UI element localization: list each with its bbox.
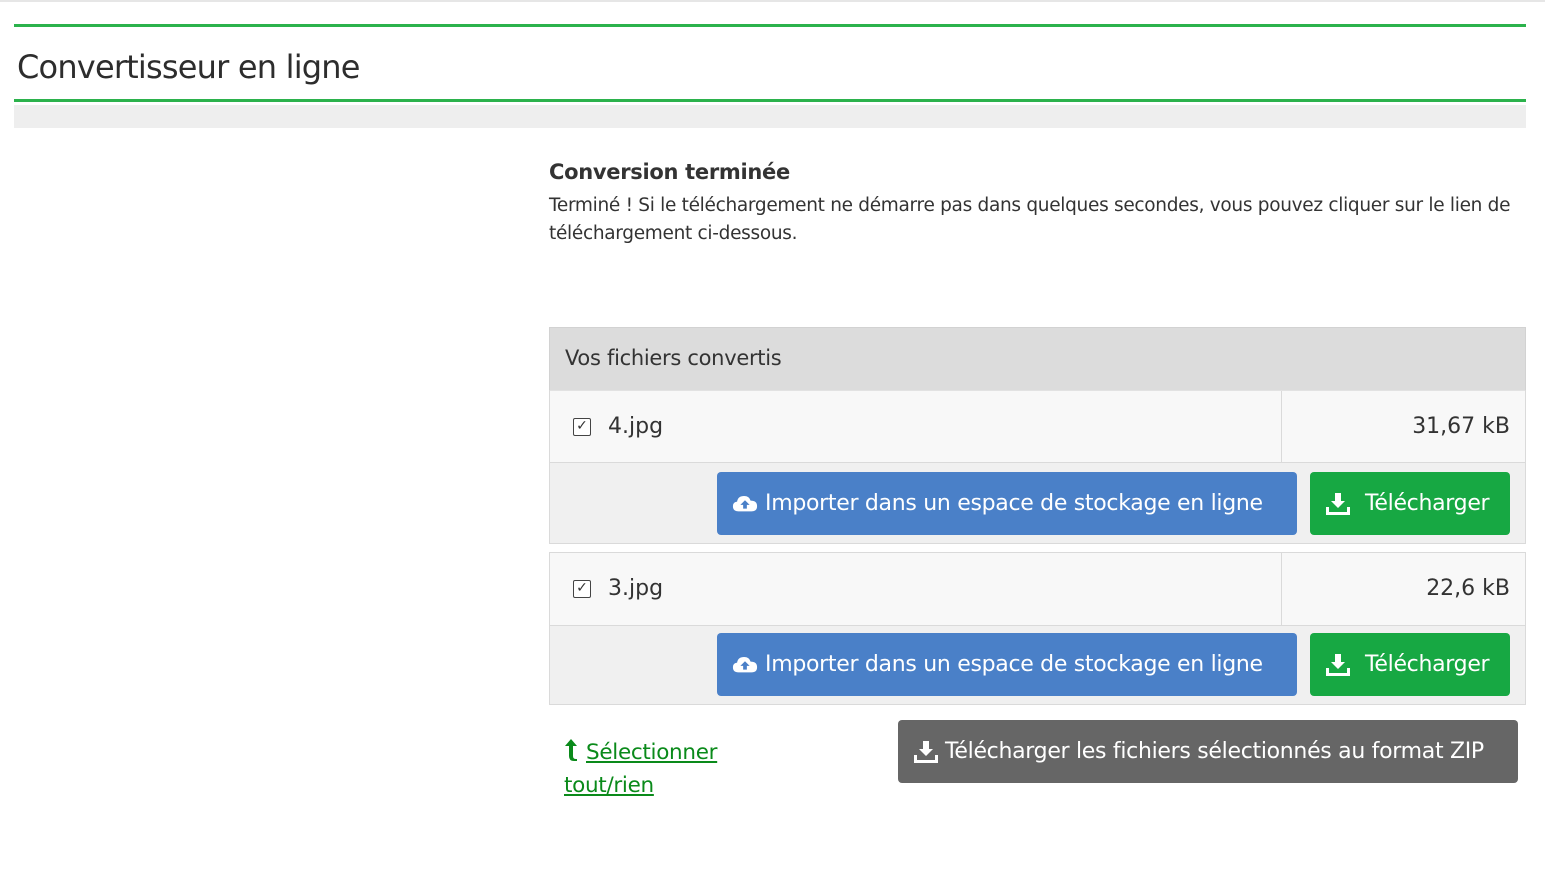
- download-zip-label: Télécharger les fichiers sélectionnés au…: [945, 739, 1484, 764]
- page-title: Convertisseur en ligne: [17, 48, 360, 86]
- status-message: Terminé ! Si le téléchargement ne démarr…: [549, 195, 1511, 244]
- status-heading: Conversion terminée: [549, 160, 790, 184]
- download-button[interactable]: Télécharger: [1310, 472, 1510, 535]
- download-icon: [1325, 492, 1351, 516]
- upload-to-cloud-button[interactable]: Importer dans un espace de stockage en l…: [717, 472, 1297, 535]
- file-size: 31,67 kB: [1412, 414, 1510, 439]
- file-checkbox[interactable]: ✓: [573, 418, 591, 436]
- cloud-upload-icon: [732, 653, 758, 677]
- download-icon: [913, 740, 939, 764]
- upload-to-cloud-button[interactable]: Importer dans un espace de stockage en l…: [717, 633, 1297, 696]
- checkbox-checked-icon: ✓: [576, 418, 588, 434]
- top-divider: [0, 0, 1545, 2]
- cloud-upload-icon: [732, 492, 758, 516]
- file-checkbox[interactable]: ✓: [573, 580, 591, 598]
- download-button[interactable]: Télécharger: [1310, 633, 1510, 696]
- file-name: 3.jpg: [608, 576, 664, 601]
- download-label: Télécharger: [1365, 652, 1490, 677]
- page-header: Convertisseur en ligne: [14, 24, 1526, 102]
- file-item: ✓ 4.jpg 31,67 kB Importer dans un espace…: [549, 391, 1526, 544]
- select-all-label: Sélectionner tout/rien: [564, 740, 718, 798]
- file-row: ✓ 3.jpg 22,6 kB: [550, 553, 1525, 626]
- file-name-cell: ✓ 4.jpg: [550, 391, 1282, 462]
- download-icon: [1325, 653, 1351, 677]
- files-panel-header: Vos fichiers convertis: [549, 327, 1526, 391]
- select-all-link[interactable]: Sélectionner tout/rien: [564, 736, 764, 802]
- file-row: ✓ 4.jpg 31,67 kB: [550, 391, 1525, 463]
- file-name: 4.jpg: [608, 414, 664, 439]
- download-zip-button[interactable]: Télécharger les fichiers sélectionnés au…: [898, 720, 1518, 783]
- download-label: Télécharger: [1365, 491, 1490, 516]
- checkbox-checked-icon: ✓: [576, 580, 588, 596]
- file-size: 22,6 kB: [1426, 576, 1510, 601]
- upload-to-cloud-label: Importer dans un espace de stockage en l…: [765, 491, 1263, 516]
- files-panel-title: Vos fichiers convertis: [565, 346, 782, 370]
- file-item: ✓ 3.jpg 22,6 kB Importer dans un espace …: [549, 552, 1526, 705]
- upload-to-cloud-label: Importer dans un espace de stockage en l…: [765, 652, 1263, 677]
- arrow-up-icon: [564, 738, 578, 762]
- status-section: Conversion terminée Terminé ! Si le télé…: [549, 160, 1526, 248]
- header-band: [14, 105, 1526, 128]
- file-name-cell: ✓ 3.jpg: [550, 553, 1282, 625]
